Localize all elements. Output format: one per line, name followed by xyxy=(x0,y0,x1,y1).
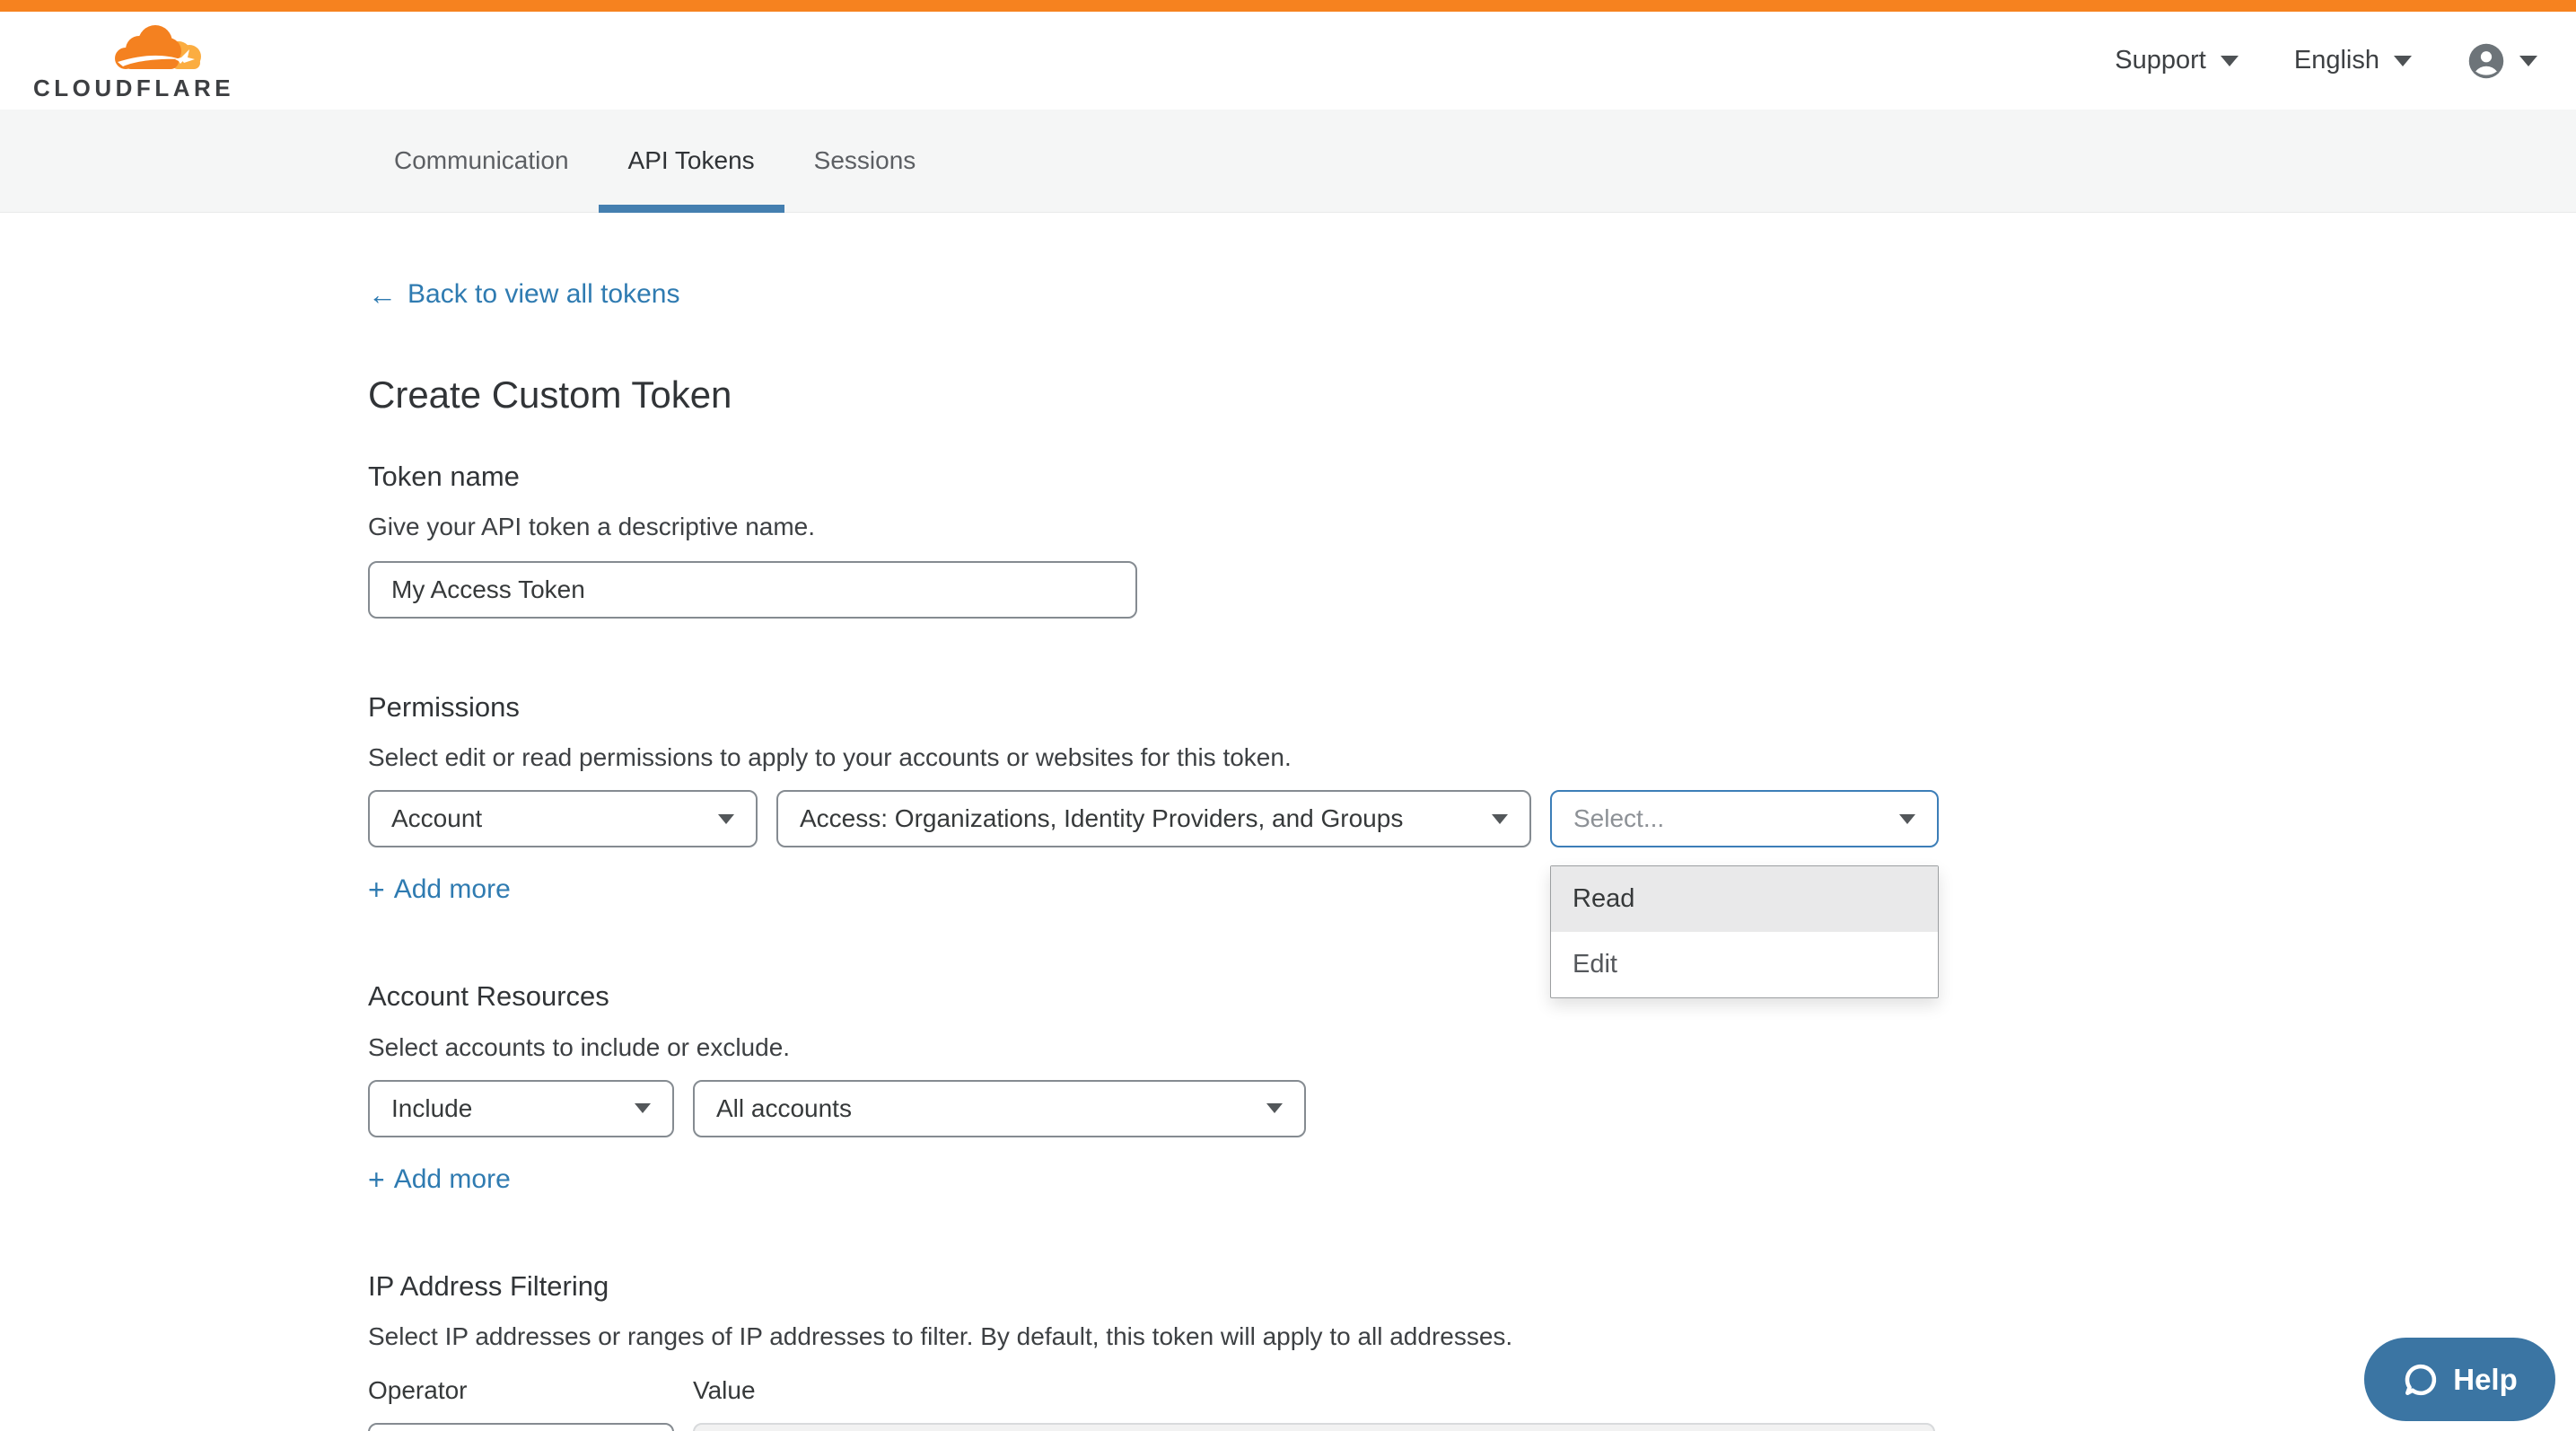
resource-include-select[interactable]: Include xyxy=(368,1080,674,1137)
permission-level-wrap: Select... Read Edit xyxy=(1550,790,1939,847)
support-menu[interactable]: Support xyxy=(2115,46,2239,75)
language-menu[interactable]: English xyxy=(2294,46,2412,75)
page-title: Create Custom Token xyxy=(368,373,2576,417)
add-more-label: Add more xyxy=(394,874,511,905)
resources-add-more-link[interactable]: + Add more xyxy=(368,1164,511,1195)
tab-communication[interactable]: Communication xyxy=(364,110,599,212)
support-menu-label: Support xyxy=(2115,46,2206,75)
permission-level-placeholder: Select... xyxy=(1573,804,1664,833)
resource-accounts-select[interactable]: All accounts xyxy=(693,1080,1306,1137)
permissions-add-more-link[interactable]: + Add more xyxy=(368,874,511,905)
plus-icon: + xyxy=(368,1165,385,1194)
account-resources-description: Select accounts to include or exclude. xyxy=(368,1033,2576,1062)
chevron-down-icon xyxy=(718,814,734,824)
tab-bar: Communication API Tokens Sessions xyxy=(0,110,2576,213)
token-name-input[interactable] xyxy=(368,561,1137,619)
cloudflare-cloud-icon xyxy=(112,22,207,75)
resource-accounts-value: All accounts xyxy=(716,1094,852,1123)
permission-scope-select[interactable]: Account xyxy=(368,790,758,847)
cloudflare-logo[interactable]: CLOUDFLARE xyxy=(33,22,234,100)
chat-bubble-icon xyxy=(2402,1361,2440,1399)
permission-level-select[interactable]: Select... xyxy=(1550,790,1939,847)
chevron-down-icon xyxy=(1492,814,1508,824)
language-menu-label: English xyxy=(2294,46,2379,75)
ip-value-input[interactable] xyxy=(693,1423,1935,1431)
permissions-description: Select edit or read permissions to apply… xyxy=(368,743,2576,772)
ip-filtering-row: Select... xyxy=(368,1423,2576,1431)
chevron-down-icon xyxy=(2221,56,2239,66)
account-resources-row: Include All accounts xyxy=(368,1080,2576,1137)
help-button[interactable]: Help xyxy=(2364,1338,2555,1421)
back-link-label: Back to view all tokens xyxy=(407,279,679,310)
value-label: Value xyxy=(693,1376,756,1405)
back-to-tokens-link[interactable]: ← Back to view all tokens xyxy=(368,279,679,310)
token-name-description: Give your API token a descriptive name. xyxy=(368,513,2576,541)
ip-filtering-description: Select IP addresses or ranges of IP addr… xyxy=(368,1322,2576,1351)
chevron-down-icon xyxy=(2394,56,2412,66)
cloudflare-wordmark: CLOUDFLARE xyxy=(33,76,234,100)
permission-resource-value: Access: Organizations, Identity Provider… xyxy=(800,804,1403,833)
ip-operator-select[interactable]: Select... xyxy=(368,1423,674,1431)
menu-option-edit[interactable]: Edit xyxy=(1551,932,1938,997)
user-avatar-icon xyxy=(2467,42,2505,80)
add-more-label: Add more xyxy=(394,1164,511,1195)
main-content: ← Back to view all tokens Create Custom … xyxy=(0,213,2576,1431)
plus-icon: + xyxy=(368,875,385,904)
permissions-heading: Permissions xyxy=(368,690,2576,724)
left-arrow-icon: ← xyxy=(368,280,397,309)
permission-scope-value: Account xyxy=(391,804,482,833)
help-button-label: Help xyxy=(2453,1363,2518,1397)
operator-label: Operator xyxy=(368,1376,674,1405)
ip-filtering-heading: IP Address Filtering xyxy=(368,1269,2576,1303)
header: CLOUDFLARE Support English xyxy=(0,12,2576,110)
permission-resource-select[interactable]: Access: Organizations, Identity Provider… xyxy=(776,790,1531,847)
account-resources-heading: Account Resources xyxy=(368,979,2576,1013)
permissions-row: Account Access: Organizations, Identity … xyxy=(368,790,2576,847)
account-menu[interactable] xyxy=(2467,42,2537,80)
chevron-down-icon xyxy=(635,1103,651,1113)
ip-filtering-labels: Operator Value xyxy=(368,1376,2576,1405)
top-accent-bar xyxy=(0,0,2576,12)
chevron-down-icon xyxy=(2519,56,2537,66)
chevron-down-icon xyxy=(1899,814,1915,824)
token-name-heading: Token name xyxy=(368,460,2576,493)
tab-api-tokens[interactable]: API Tokens xyxy=(599,110,784,212)
header-right-controls: Support English xyxy=(2115,42,2537,80)
permission-level-menu: Read Edit xyxy=(1550,865,1939,998)
tab-sessions[interactable]: Sessions xyxy=(784,110,946,212)
menu-option-read[interactable]: Read xyxy=(1551,866,1938,932)
chevron-down-icon xyxy=(1266,1103,1283,1113)
resource-include-value: Include xyxy=(391,1094,472,1123)
